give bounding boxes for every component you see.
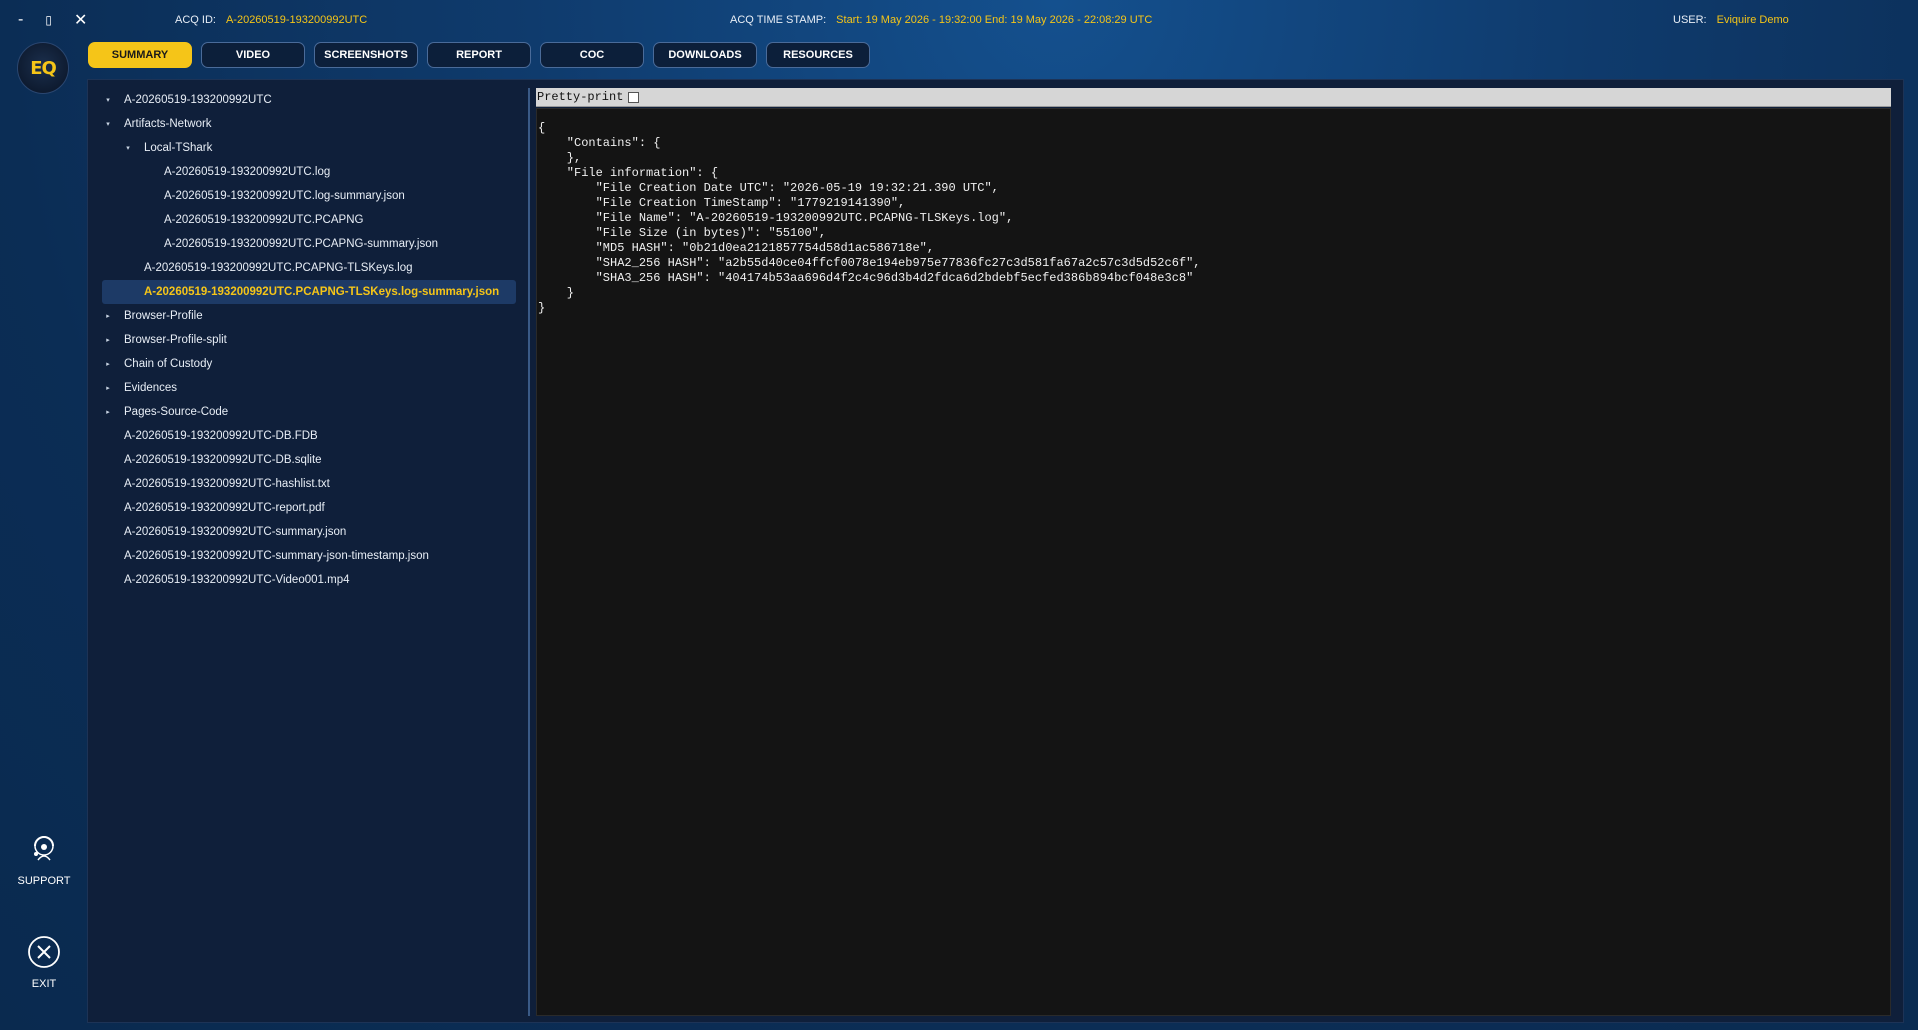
pretty-print-bar: Pretty-print — [536, 88, 1891, 107]
acq-timestamp-label: ACQ TIME STAMP: — [730, 14, 827, 26]
expand-arrow-icon[interactable]: ▾ — [102, 96, 114, 104]
minimize-icon[interactable]: - — [18, 11, 23, 29]
app-logo: EQ — [17, 42, 69, 94]
tab-coc[interactable]: COC — [540, 42, 644, 68]
tree-item[interactable]: ▸ Chain of Custody — [102, 352, 516, 376]
tree-item-label: A-20260519-193200992UTC-summary.json — [124, 526, 347, 538]
expand-arrow-icon[interactable]: ▸ — [102, 360, 114, 368]
tab-downloads[interactable]: DOWNLOADS — [653, 42, 757, 68]
tree-item-label: A-20260519-193200992UTC.log-summary.json — [164, 190, 405, 202]
expand-arrow-icon[interactable]: ▾ — [122, 144, 134, 152]
acq-timestamp-value: Start: 19 May 2026 - 19:32:00 End: 19 Ma… — [836, 14, 1153, 26]
support-button[interactable]: SUPPORT — [12, 830, 76, 887]
tree-item[interactable]: ▸ Pages-Source-Code — [102, 400, 516, 424]
pretty-print-label: Pretty-print — [537, 90, 624, 104]
tree-item-label: A-20260519-193200992UTC-report.pdf — [124, 502, 325, 514]
logo-text: EQ — [30, 57, 57, 79]
expand-arrow-icon[interactable]: ▾ — [102, 120, 114, 128]
tree-item[interactable]: A-20260519-193200992UTC-report.pdf — [102, 496, 516, 520]
expand-arrow-icon[interactable]: ▸ — [102, 336, 114, 344]
tab-report[interactable]: REPORT — [427, 42, 531, 68]
tree-item[interactable]: A-20260519-193200992UTC.log-summary.json — [102, 184, 516, 208]
tree-item-label: A-20260519-193200992UTC-Video001.mp4 — [124, 574, 350, 586]
tree-item[interactable]: A-20260519-193200992UTC-DB.FDB — [102, 424, 516, 448]
tree-item[interactable]: A-20260519-193200992UTC-hashlist.txt — [102, 472, 516, 496]
tree-item[interactable]: A-20260519-193200992UTC-summary.json — [102, 520, 516, 544]
tree-item[interactable]: ▾ Local-TShark — [102, 136, 516, 160]
tab-video[interactable]: VIDEO — [201, 42, 305, 68]
expand-arrow-icon[interactable]: ▸ — [102, 312, 114, 320]
main-tabs: SUMMARY VIDEO SCREENSHOTS REPORT COC DOW… — [88, 42, 870, 68]
tree-item[interactable]: ▸ Evidences — [102, 376, 516, 400]
panel-splitter[interactable] — [528, 88, 530, 1016]
tree-item-label: A-20260519-193200992UTC.log — [164, 166, 331, 178]
support-icon — [34, 836, 54, 861]
tree-item-label: A-20260519-193200992UTC.PCAPNG-TLSKeys.l… — [144, 262, 413, 274]
tree-item-label: A-20260519-193200992UTC.PCAPNG-summary.j… — [164, 238, 439, 250]
tree-item-label: A-20260519-193200992UTC.PCAPNG — [164, 214, 364, 226]
expand-arrow-icon[interactable]: ▸ — [102, 408, 114, 416]
tree-item-label: Evidences — [124, 382, 178, 394]
tree-item-label: Browser-Profile — [124, 310, 203, 322]
tree-item[interactable]: ▸ Browser-Profile-split — [102, 328, 516, 352]
maximize-icon[interactable]: ▯ — [45, 13, 52, 27]
tree-item[interactable]: ▾ Artifacts-Network — [102, 112, 516, 136]
tree-item[interactable]: A-20260519-193200992UTC-DB.sqlite — [102, 448, 516, 472]
file-tree: ▾ A-20260519-193200992UTC ▾ Artifacts-Netw… — [102, 88, 516, 592]
json-text: { "Contains": { }, "File information": {… — [538, 121, 1201, 315]
tree-item[interactable]: A-20260519-193200992UTC.log — [102, 160, 516, 184]
user-info: USER: Eviquire Demo — [1673, 14, 1789, 26]
tab-resources[interactable]: RESOURCES — [766, 42, 870, 68]
close-window-icon[interactable]: ✕ — [74, 10, 87, 30]
acq-id-value: A-20260519-193200992UTC — [225, 14, 368, 26]
tree-item[interactable]: A-20260519-193200992UTC.PCAPNG-TLSKeys.l… — [102, 256, 516, 280]
expand-arrow-icon[interactable]: ▸ — [102, 384, 114, 392]
user-label: USER: — [1673, 14, 1707, 26]
tree-item-label: Artifacts-Network — [124, 118, 212, 130]
json-viewer: Pretty-print { "Contains": { }, "File in… — [536, 88, 1891, 1016]
acq-id-label: ACQ ID: — [175, 14, 216, 26]
window-controls: - ▯ ✕ — [18, 10, 87, 30]
tree-item[interactable]: ▾ A-20260519-193200992UTC — [102, 88, 516, 112]
exit-button[interactable]: EXIT — [12, 935, 76, 990]
exit-icon — [28, 936, 60, 968]
tree-item[interactable]: A-20260519-193200992UTC.PCAPNG — [102, 208, 516, 232]
tree-item[interactable]: A-20260519-193200992UTC-Video001.mp4 — [102, 568, 516, 592]
acq-id: ACQ ID: A-20260519-193200992UTC — [175, 14, 367, 26]
tree-item-label: Local-TShark — [144, 142, 213, 154]
json-content-area[interactable]: { "Contains": { }, "File information": {… — [536, 108, 1891, 1016]
tree-item-label: Browser-Profile-split — [124, 334, 227, 346]
tree-item[interactable]: ▸ Browser-Profile — [102, 304, 516, 328]
support-label: SUPPORT — [17, 875, 71, 887]
exit-label: EXIT — [31, 978, 57, 990]
tree-item-label: A-20260519-193200992UTC-DB.FDB — [124, 430, 318, 442]
tree-item-label: Chain of Custody — [124, 358, 213, 370]
tree-item[interactable]: A-20260519-193200992UTC-summary-json-tim… — [102, 544, 516, 568]
tree-item[interactable]: A-20260519-193200992UTC.PCAPNG-summary.j… — [102, 232, 516, 256]
tree-item-label: A-20260519-193200992UTC-hashlist.txt — [124, 478, 330, 490]
tree-item-label: A-20260519-193200992UTC-summary-json-tim… — [124, 550, 429, 562]
tree-item-label: A-20260519-193200992UTC-DB.sqlite — [124, 454, 322, 466]
acq-timestamp: ACQ TIME STAMP: Start: 19 May 2026 - 19:3… — [730, 14, 1152, 26]
tree-item-label: A-20260519-193200992UTC — [124, 94, 272, 106]
tree-item-label: A-20260519-193200992UTC.PCAPNG-TLSKeys.l… — [144, 286, 500, 298]
tree-item-label: Pages-Source-Code — [124, 406, 229, 418]
tab-screenshots[interactable]: SCREENSHOTS — [314, 42, 418, 68]
tab-summary[interactable]: SUMMARY — [88, 42, 192, 68]
tree-item-selected[interactable]: A-20260519-193200992UTC.PCAPNG-TLSKeys.l… — [102, 280, 516, 304]
user-value: Eviquire Demo — [1716, 14, 1789, 26]
pretty-print-checkbox[interactable] — [628, 91, 640, 103]
main-panel: ▾ A-20260519-193200992UTC ▾ Artifacts-Netw… — [87, 79, 1904, 1023]
